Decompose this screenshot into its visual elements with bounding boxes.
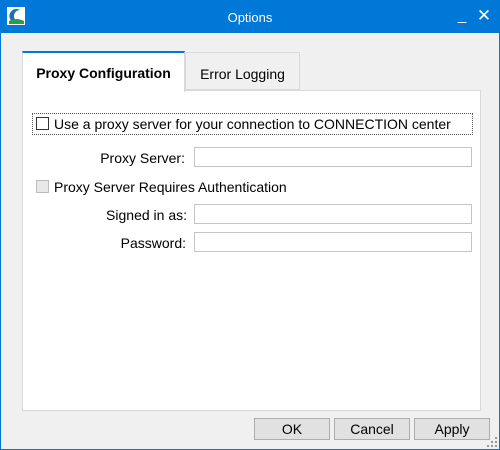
- proxy-server-input[interactable]: [194, 147, 472, 167]
- apply-button[interactable]: Apply: [414, 418, 490, 440]
- use-proxy-label[interactable]: Use a proxy server for your connection t…: [54, 116, 451, 132]
- ok-button[interactable]: OK: [254, 418, 330, 440]
- minimize-button[interactable]: _: [453, 7, 471, 25]
- signed-in-label: Signed in as:: [106, 207, 187, 223]
- tab-error-logging[interactable]: Error Logging: [185, 52, 300, 90]
- cancel-button[interactable]: Cancel: [334, 418, 410, 440]
- proxy-server-label: Proxy Server:: [100, 150, 185, 166]
- auth-required-label[interactable]: Proxy Server Requires Authentication: [54, 179, 287, 195]
- tab-proxy-configuration[interactable]: Proxy Configuration: [22, 51, 185, 92]
- resize-grip-icon[interactable]: [487, 437, 497, 447]
- signed-in-input[interactable]: [194, 204, 472, 224]
- use-proxy-checkbox[interactable]: [36, 117, 49, 130]
- dialog-body: Proxy Configuration Error Logging Use a …: [1, 33, 499, 449]
- password-input[interactable]: [194, 232, 472, 252]
- window-title: Options: [227, 10, 273, 25]
- auth-required-checkbox[interactable]: [36, 180, 49, 193]
- options-dialog: Options _ ✕ Proxy Configuration Error Lo…: [1, 1, 499, 449]
- password-label: Password:: [120, 235, 186, 251]
- tab-label: Error Logging: [200, 66, 285, 82]
- tab-label: Proxy Configuration: [36, 65, 171, 81]
- title-bar[interactable]: Options _ ✕: [1, 1, 499, 33]
- close-button[interactable]: ✕: [475, 7, 493, 25]
